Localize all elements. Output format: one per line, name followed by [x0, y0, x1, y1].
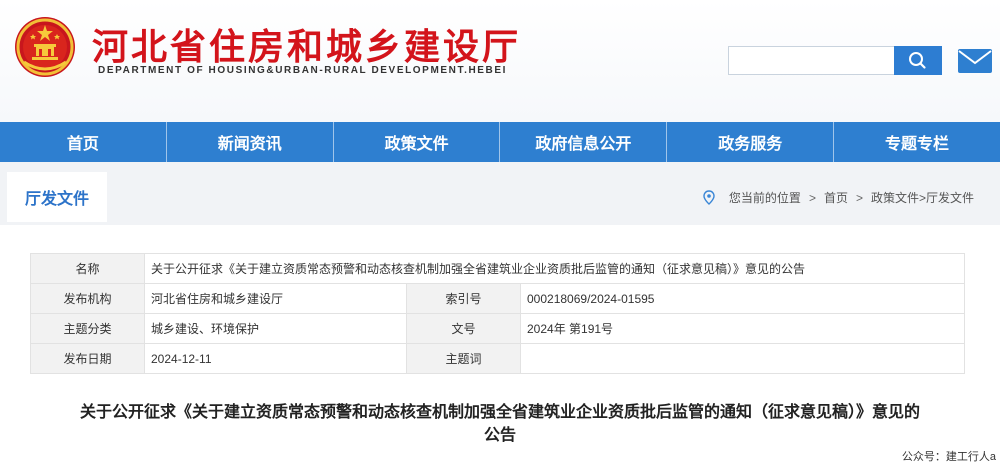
meta-label-docno: 文号: [406, 313, 521, 344]
search-icon: [909, 52, 926, 69]
nav-item-policy[interactable]: 政策文件: [332, 122, 500, 162]
search-input[interactable]: [728, 46, 894, 75]
national-emblem-icon: [15, 17, 75, 77]
breadcrumb-prefix: 您当前的位置: [728, 191, 801, 205]
search-button[interactable]: [894, 46, 942, 75]
meta-value-date: 2024-12-11: [144, 343, 407, 374]
meta-value-docno: 2024年 第191号: [519, 313, 966, 344]
section-tab[interactable]: 厅发文件: [7, 172, 107, 222]
nav-item-home[interactable]: 首页: [0, 122, 166, 162]
nav-item-gov-info[interactable]: 政府信息公开: [499, 122, 666, 162]
site-header: 河北省住房和城乡建设厅 DEPARTMENT OF HOUSING&URBAN-…: [0, 0, 1000, 122]
main-nav: 首页 新闻资讯 政策文件 政府信息公开 政务服务 专题专栏: [0, 122, 1000, 162]
meta-value-category: 城乡建设、环境保护: [144, 313, 407, 344]
site-title: 河北省住房和城乡建设厅: [92, 26, 522, 68]
article-title: 关于公开征求《关于建立资质常态预警和动态核查机制加强全省建筑业企业资质批后监管的…: [40, 401, 960, 447]
nav-item-news[interactable]: 新闻资讯: [165, 122, 333, 162]
nav-item-topics[interactable]: 专题专栏: [833, 122, 1000, 162]
table-row: 发布机构 河北省住房和城乡建设厅 索引号 000218069/2024-0159…: [30, 283, 966, 314]
meta-label-keywords: 主题词: [406, 343, 521, 374]
site-subtitle: DEPARTMENT OF HOUSING&URBAN-RURAL DEVELO…: [98, 65, 508, 76]
location-pin-icon: [703, 190, 715, 205]
article-title-line: 关于公开征求《关于建立资质常态预警和动态核查机制加强全省建筑业企业资质批后监管的…: [79, 404, 920, 421]
meta-value-name: 关于公开征求《关于建立资质常态预警和动态核查机制加强全省建筑业企业资质批后监管的…: [143, 253, 966, 284]
meta-label-category: 主题分类: [30, 313, 145, 344]
breadcrumb-home-link[interactable]: 首页: [824, 189, 848, 206]
document-meta-table: 名称 关于公开征求《关于建立资质常态预警和动态核查机制加强全省建筑业企业资质批后…: [30, 253, 966, 374]
meta-label-publisher: 发布机构: [30, 283, 145, 314]
meta-label-name: 名称: [30, 253, 145, 284]
watermark: 公众号：建工行人a: [901, 451, 996, 463]
table-row: 发布日期 2024-12-11 主题词: [30, 343, 966, 374]
breadcrumb-separator: >: [855, 190, 863, 205]
breadcrumb: 您当前的位置 > 首页 > 政策文件>厅发文件: [703, 189, 974, 206]
mail-button[interactable]: [956, 46, 994, 75]
breadcrumb-separator: >: [808, 190, 816, 205]
article-title-line: 公告: [483, 427, 516, 444]
table-row: 名称 关于公开征求《关于建立资质常态预警和动态核查机制加强全省建筑业企业资质批后…: [30, 253, 966, 284]
meta-value-publisher: 河北省住房和城乡建设厅: [144, 283, 407, 314]
breadcrumb-current[interactable]: 政策文件>厅发文件: [871, 189, 974, 206]
meta-value-keywords: [519, 343, 966, 374]
meta-value-index: 000218069/2024-01595: [519, 283, 966, 314]
mail-icon: [958, 49, 992, 73]
meta-label-index: 索引号: [406, 283, 521, 314]
table-row: 主题分类 城乡建设、环境保护 文号 2024年 第191号: [30, 313, 966, 344]
nav-item-services[interactable]: 政务服务: [666, 122, 833, 162]
meta-label-date: 发布日期: [30, 343, 145, 374]
